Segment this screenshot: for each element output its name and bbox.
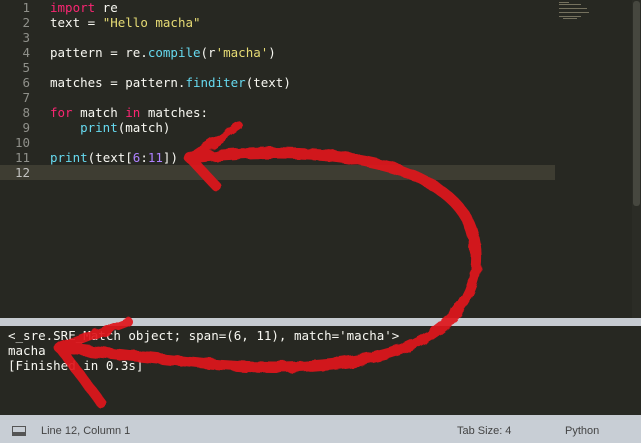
code-token: import xyxy=(50,0,96,15)
code-token: pattern = re. xyxy=(50,45,148,60)
code-token: print xyxy=(50,150,88,165)
code-token: compile xyxy=(147,45,201,60)
code-token: ) xyxy=(268,45,276,60)
code-line[interactable]: 11 print(text[6:11]) xyxy=(0,150,555,165)
line-text[interactable]: import re xyxy=(50,0,118,15)
line-number: 1 xyxy=(22,0,30,15)
code-token: match xyxy=(72,105,126,120)
code-line[interactable]: 9 print(match) xyxy=(0,120,555,135)
status-bar: Line 12, Column 1 Tab Size: 4 Python xyxy=(0,420,641,443)
tab-size-selector[interactable]: Tab Size: 4 xyxy=(457,425,511,438)
line-number: 8 xyxy=(22,105,30,120)
sublime-window: 1 import re 2 text = "Hello macha" 3 4 pattern… xyxy=(0,0,641,443)
build-output-panel[interactable]: <_sre.SRE_Match object; span=(6, 11), ma… xyxy=(0,326,641,420)
code-token: : xyxy=(140,150,148,165)
line-number: 12 xyxy=(14,165,30,180)
code-token: 'macha' xyxy=(215,45,269,60)
code-line[interactable]: 1 import re xyxy=(0,0,555,15)
line-number: 2 xyxy=(22,15,30,30)
line-number: 4 xyxy=(22,45,30,60)
line-number: 9 xyxy=(22,120,30,135)
code-token: in xyxy=(125,105,141,120)
console-line: [Finished in 0.3s] xyxy=(8,358,144,373)
code-token: ]) xyxy=(162,150,178,165)
vertical-scrollbar[interactable] xyxy=(632,0,641,318)
line-text[interactable]: print(text[6:11]) xyxy=(50,150,178,165)
code-token: print xyxy=(80,120,118,135)
editor-pane[interactable]: 1 import re 2 text = "Hello macha" 3 4 pattern… xyxy=(0,0,641,318)
code-line[interactable]: 6 matches = pattern.finditer(text) xyxy=(0,75,555,90)
code-line[interactable]: 7 xyxy=(0,90,555,105)
panel-icon[interactable] xyxy=(12,426,26,436)
code-line[interactable]: 4 pattern = re.compile(r'macha') xyxy=(0,45,555,60)
code-line[interactable]: 5 xyxy=(0,60,555,75)
code-token: (text[ xyxy=(87,150,133,165)
code-line[interactable]: 2 text = "Hello macha" xyxy=(0,15,555,30)
line-number: 7 xyxy=(22,90,30,105)
line-text[interactable]: for match in matches: xyxy=(50,105,208,120)
code-line[interactable]: 12 xyxy=(0,165,555,180)
line-number: 5 xyxy=(22,60,30,75)
line-number: 10 xyxy=(14,135,30,150)
line-text[interactable]: print(match) xyxy=(50,120,170,135)
code-line[interactable]: 10 xyxy=(0,135,555,150)
line-text[interactable]: text = "Hello macha" xyxy=(50,15,201,30)
code-area[interactable]: 1 import re 2 text = "Hello macha" 3 4 pattern… xyxy=(0,0,555,318)
cursor-position: Line 12, Column 1 xyxy=(41,425,131,437)
line-text[interactable]: pattern = re.compile(r'macha') xyxy=(50,45,276,60)
code-token: matches: xyxy=(140,105,209,120)
console-line: <_sre.SRE_Match object; span=(6, 11), ma… xyxy=(8,328,400,343)
line-number: 11 xyxy=(14,150,30,165)
code-token: (r xyxy=(200,45,216,60)
code-line[interactable]: 3 xyxy=(0,30,555,45)
syntax-selector[interactable]: Python xyxy=(565,425,599,438)
code-token: for xyxy=(50,105,73,120)
code-token: finditer xyxy=(185,75,246,90)
code-token: matches = pattern. xyxy=(50,75,186,90)
code-token: text = xyxy=(50,15,103,30)
line-number: 6 xyxy=(22,75,30,90)
panel-divider[interactable] xyxy=(0,318,641,326)
code-token: (text) xyxy=(245,75,291,90)
code-token: 11 xyxy=(147,150,163,165)
code-token: "Hello macha" xyxy=(102,15,201,30)
console-line: macha xyxy=(8,343,46,358)
code-line[interactable]: 8 for match in matches: xyxy=(0,105,555,120)
scrollbar-thumb[interactable] xyxy=(633,1,640,206)
code-token: re xyxy=(95,0,118,15)
code-token: (match) xyxy=(117,120,171,135)
line-text[interactable]: matches = pattern.finditer(text) xyxy=(50,75,291,90)
line-number: 3 xyxy=(22,30,30,45)
minimap[interactable] xyxy=(557,0,627,20)
